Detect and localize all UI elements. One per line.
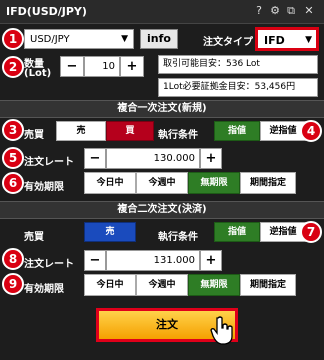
order-type-value: IFD bbox=[264, 34, 285, 47]
expiry-this-week[interactable]: 今週中 bbox=[136, 172, 188, 194]
step-badge-2: 2 bbox=[2, 56, 24, 78]
step-badge-1: 1 bbox=[2, 28, 24, 50]
rate-minus-button[interactable]: − bbox=[84, 148, 106, 169]
expiry-specified[interactable]: 期間指定 bbox=[240, 274, 296, 296]
qty-input[interactable]: 10 bbox=[84, 56, 120, 77]
currency-pair-select[interactable]: USD/JPY ▼ bbox=[24, 29, 134, 49]
rate-minus-button[interactable]: − bbox=[84, 250, 106, 271]
rate-label: 注文レート bbox=[24, 259, 74, 270]
step-badge-3: 3 bbox=[2, 119, 24, 141]
limit-toggle[interactable]: 指値 bbox=[214, 222, 260, 242]
limit-toggle[interactable]: 指値 bbox=[214, 121, 260, 141]
step-badge-4: 4 bbox=[300, 120, 322, 142]
side-label: 売買 bbox=[24, 130, 44, 141]
gear-icon[interactable]: ⚙ bbox=[268, 4, 282, 17]
rate-label: 注文レート bbox=[24, 157, 74, 168]
side-value: 売 bbox=[84, 222, 136, 242]
currency-pair-value: USD/JPY bbox=[30, 34, 70, 45]
title-bar: IFD(USD/JPY) ? ⚙ ⧉ ✕ bbox=[0, 0, 324, 24]
qty-plus-button[interactable]: + bbox=[120, 56, 144, 77]
step-badge-8: 8 bbox=[2, 248, 24, 270]
expiry-today[interactable]: 今日中 bbox=[84, 274, 136, 296]
rate-plus-button[interactable]: + bbox=[200, 250, 222, 271]
expiry-indefinite[interactable]: 無期限 bbox=[188, 172, 240, 194]
step-badge-7: 7 bbox=[300, 221, 322, 243]
expiry-indefinite[interactable]: 無期限 bbox=[188, 274, 240, 296]
hand-cursor-icon bbox=[210, 316, 233, 345]
step-badge-9: 9 bbox=[2, 273, 24, 295]
exec-label: 執行条件 bbox=[158, 232, 198, 243]
step-badge-6: 6 bbox=[2, 172, 24, 194]
section-ifd-new: 複合一次注文(新規) bbox=[0, 100, 324, 118]
expiry-today[interactable]: 今日中 bbox=[84, 172, 136, 194]
chevron-down-icon: ▼ bbox=[121, 34, 128, 44]
qty-unit-label: (Lot) bbox=[24, 68, 52, 79]
side-label: 売買 bbox=[24, 232, 44, 243]
required-margin-info: 1Lot必要証拠金目安：53,456円 bbox=[158, 78, 318, 97]
info-button[interactable]: info bbox=[140, 29, 178, 49]
rate-plus-button[interactable]: + bbox=[200, 148, 222, 169]
expiry-label: 有効期限 bbox=[24, 284, 64, 295]
sell-toggle[interactable]: 売 bbox=[56, 121, 106, 141]
expiry-specified[interactable]: 期間指定 bbox=[240, 172, 296, 194]
tradable-lots-info: 取引可能目安：536 Lot bbox=[158, 55, 318, 74]
help-icon[interactable]: ? bbox=[252, 4, 266, 17]
qty-minus-button[interactable]: − bbox=[60, 56, 84, 77]
step-badge-5: 5 bbox=[2, 147, 24, 169]
close-icon[interactable]: ✕ bbox=[302, 4, 316, 17]
order-type-label: 注文タイプ bbox=[203, 37, 253, 48]
exec-label: 執行条件 bbox=[158, 130, 198, 141]
section-ifd-close: 複合二次注文(決済) bbox=[0, 201, 324, 219]
rate-input[interactable]: 131.000 bbox=[106, 250, 200, 271]
order-type-select[interactable]: IFD ▼ bbox=[255, 27, 319, 51]
restore-icon[interactable]: ⧉ bbox=[284, 4, 298, 18]
rate-input[interactable]: 130.000 bbox=[106, 148, 200, 169]
chevron-down-icon: ▼ bbox=[305, 35, 312, 45]
buy-toggle[interactable]: 買 bbox=[106, 121, 154, 141]
window-title: IFD(USD/JPY) bbox=[6, 5, 87, 18]
expiry-label: 有効期限 bbox=[24, 182, 64, 193]
expiry-this-week[interactable]: 今週中 bbox=[136, 274, 188, 296]
